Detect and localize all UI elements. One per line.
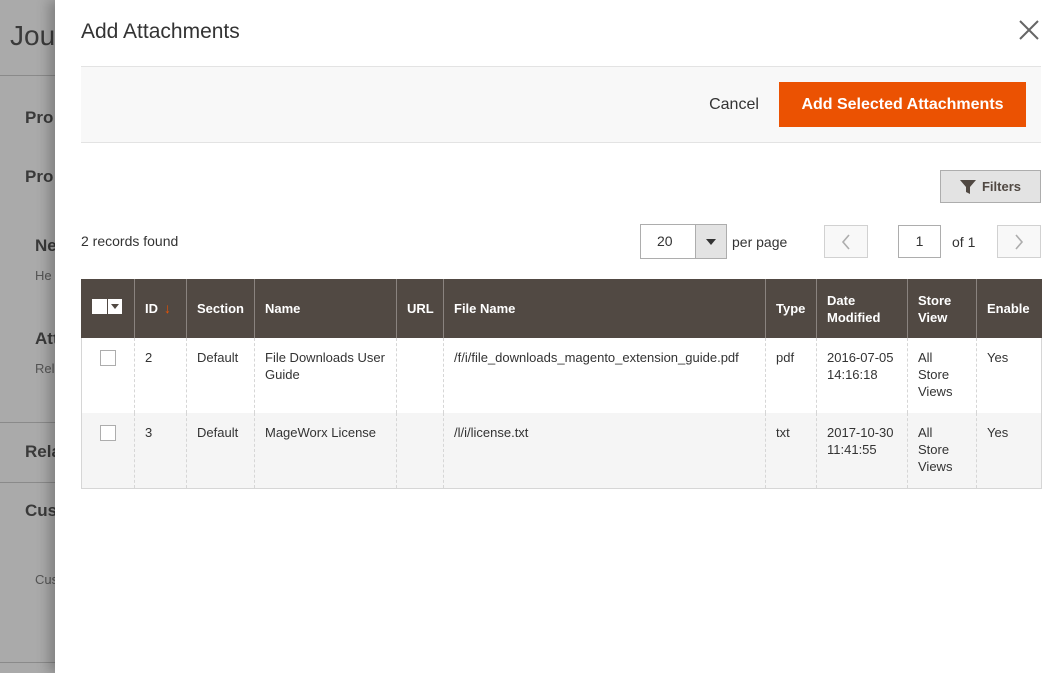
column-label: Section [197, 301, 244, 316]
column-header-id[interactable]: ID ↓ [134, 279, 187, 338]
modal-title: Add Attachments [81, 20, 240, 43]
column-header-name[interactable]: Name [254, 279, 397, 338]
background-heading: Cus [25, 501, 58, 520]
previous-page-button[interactable] [824, 225, 868, 258]
cell-id: 2 [134, 338, 187, 413]
cell-date-modified: 2016-07-05 14:16:18 [816, 338, 908, 413]
chevron-left-icon [841, 233, 850, 250]
page-count: of 1 [952, 234, 976, 250]
cell-section: Default [186, 413, 255, 489]
chevron-right-icon [1015, 233, 1024, 250]
filters-button[interactable]: Filters [940, 170, 1041, 203]
background-text: Rel [35, 361, 55, 376]
column-label: URL [407, 301, 434, 316]
add-attachments-modal: Add Attachments Cancel Add Selected Atta… [55, 0, 1060, 673]
per-page-select[interactable]: 20 [640, 224, 727, 259]
mass-select-box[interactable] [92, 299, 107, 315]
cell-date-modified: 2017-10-30 11:41:55 [816, 413, 908, 489]
grid-header-row: ID ↓ Section Name URL File Name Type Date… [81, 279, 1042, 338]
column-label: Store View [918, 292, 952, 325]
column-header-store-view[interactable]: Store View [907, 279, 977, 338]
column-header-type[interactable]: Type [765, 279, 817, 338]
cell-type: txt [765, 413, 817, 489]
cancel-button[interactable]: Cancel [687, 83, 781, 127]
cell-url [396, 338, 444, 413]
cell-file-name: /l/i/license.txt [443, 413, 766, 489]
cell-enable: Yes [976, 413, 1042, 489]
per-page-value: 20 [657, 233, 673, 249]
column-label: Enable [987, 301, 1030, 316]
cell-url [396, 413, 444, 489]
caret-down-icon [111, 304, 119, 310]
column-header-date-modified[interactable]: Date Modified [816, 279, 908, 338]
records-found: 2 records found [81, 233, 179, 249]
column-header-file-name[interactable]: File Name [443, 279, 766, 338]
column-label: File Name [454, 301, 516, 316]
column-label: ID [145, 301, 158, 316]
mass-select-toggle[interactable] [108, 299, 122, 315]
filters-label: Filters [981, 179, 1021, 194]
row-checkbox[interactable] [100, 350, 116, 366]
column-label: Date Modified [827, 292, 881, 325]
cell-name: File Downloads User Guide [254, 338, 397, 413]
cell-type: pdf [765, 338, 817, 413]
row-select-cell [81, 338, 135, 413]
table-row[interactable]: 2 Default File Downloads User Guide /f/i… [81, 338, 1042, 413]
table-row[interactable]: 3 Default MageWorx License /l/i/license.… [81, 413, 1042, 489]
cell-store-view: All Store Views [907, 338, 977, 413]
row-checkbox[interactable] [100, 425, 116, 441]
cell-store-view: All Store Views [907, 413, 977, 489]
cell-file-name: /f/i/file_downloads_magento_extension_gu… [443, 338, 766, 413]
arrow-down-icon: ↓ [164, 300, 171, 316]
current-page-input[interactable]: 1 [898, 225, 941, 258]
per-page-label: per page [732, 234, 788, 250]
caret-down-icon [706, 238, 716, 245]
mass-action-header [81, 279, 135, 338]
next-page-button[interactable] [997, 225, 1041, 258]
background-heading: Pro [25, 167, 54, 186]
cell-name: MageWorx License [254, 413, 397, 489]
background-text: He [35, 268, 52, 283]
divider [0, 662, 56, 663]
add-selected-attachments-button[interactable]: Add Selected Attachments [779, 82, 1026, 127]
close-icon [1019, 20, 1039, 40]
mass-select-checkbox[interactable] [92, 299, 122, 315]
row-select-cell [81, 413, 135, 489]
funnel-icon [959, 179, 976, 194]
cell-enable: Yes [976, 338, 1042, 413]
column-header-section[interactable]: Section [186, 279, 255, 338]
column-label: Type [776, 301, 806, 316]
background-heading: Pro [25, 108, 54, 127]
divider [0, 422, 56, 423]
background-subheading: Ne [35, 236, 57, 255]
cell-id: 3 [134, 413, 187, 489]
attachments-grid: ID ↓ Section Name URL File Name Type Date… [81, 279, 1042, 489]
divider [0, 482, 56, 483]
cell-section: Default [186, 338, 255, 413]
per-page-toggle[interactable] [695, 225, 726, 258]
column-header-url[interactable]: URL [396, 279, 444, 338]
column-label: Name [265, 301, 301, 316]
column-header-enable[interactable]: Enable [976, 279, 1042, 338]
divider [0, 75, 56, 76]
close-button[interactable] [1017, 18, 1041, 42]
modal-action-bar: Cancel Add Selected Attachments [81, 66, 1041, 143]
